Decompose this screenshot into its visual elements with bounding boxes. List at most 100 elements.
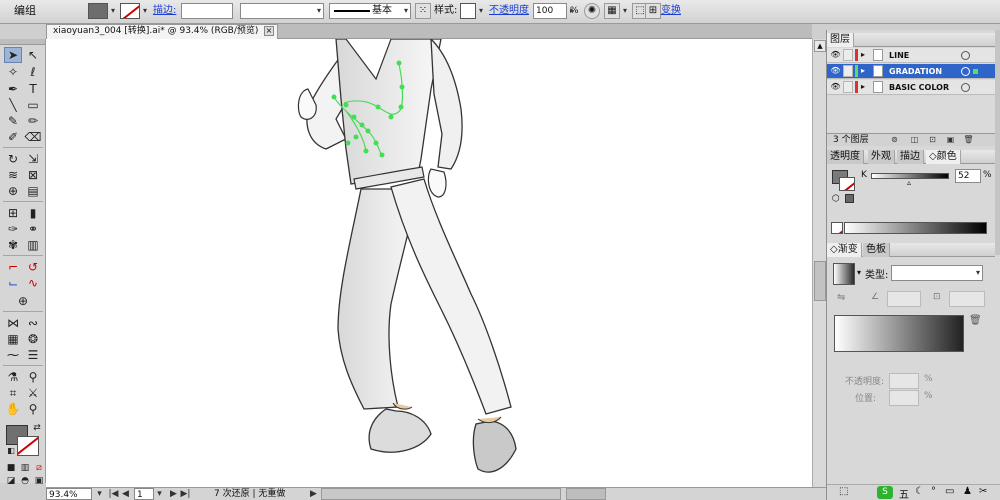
direct-selection-tool-icon[interactable]: ↖	[24, 47, 42, 63]
fill-dropdown-icon[interactable]: ▾	[108, 3, 118, 19]
angle-input[interactable]	[887, 291, 921, 307]
first-artboard-icon[interactable]	[96, 488, 107, 500]
graphic-style-swatch[interactable]	[460, 3, 476, 19]
scroll-up-icon[interactable]: ▲	[814, 40, 826, 52]
lasso-tool-icon[interactable]: ℓ	[24, 64, 42, 80]
tab-transparency[interactable]: 透明度	[827, 150, 864, 164]
eraser-tool-icon[interactable]: ⌫	[24, 129, 42, 145]
bounding-box-tool-icon[interactable]: ⋈	[4, 315, 22, 331]
new-layer-icon[interactable]: ▣	[945, 135, 956, 145]
paintbrush-tool-icon[interactable]: ✎	[4, 113, 22, 129]
horizontal-scrollbar[interactable]	[321, 488, 561, 500]
stroke-dropdown-icon[interactable]: ▾	[140, 3, 150, 19]
punctuation-icon[interactable]: °	[931, 486, 936, 497]
tab-layers[interactable]: 图层	[827, 33, 854, 47]
input-mode-icon[interactable]: 五	[899, 486, 909, 500]
transform-icon[interactable]: ⊞	[645, 3, 661, 19]
k-value-input[interactable]: 52	[955, 169, 981, 183]
target-circle-icon[interactable]	[961, 51, 970, 60]
tab-color[interactable]: ◇颜色	[926, 150, 961, 164]
mesh-grid-tool-icon[interactable]: ▦	[4, 331, 22, 347]
reshape-tool-icon[interactable]: ∿	[24, 275, 42, 291]
rectangle-tool-icon[interactable]: ▭	[24, 97, 42, 113]
delete-stop-icon[interactable]: 🗑	[969, 315, 982, 326]
variable-width-select[interactable]: ▾	[240, 3, 324, 19]
twirl-tool-icon[interactable]: ❂	[24, 331, 42, 347]
style-dropdown-icon[interactable]: ▾	[476, 3, 486, 19]
brush-select[interactable]: 基本 ▾	[329, 3, 411, 19]
layer-row-line[interactable]: 👁 ▸ LINE	[827, 48, 995, 63]
web-safe-swatch[interactable]	[845, 194, 854, 203]
artboard-tool-icon[interactable]: ⌐	[4, 259, 22, 275]
fill-swatch[interactable]	[88, 3, 108, 19]
scale-tool-icon[interactable]: ⇲	[24, 151, 42, 167]
color-stroke-box[interactable]	[839, 177, 855, 191]
stop-location-input[interactable]	[889, 390, 919, 406]
locate-object-icon[interactable]: ⊚	[889, 135, 900, 145]
selection-indicator[interactable]	[973, 69, 978, 74]
stroke-swatch[interactable]	[120, 3, 140, 19]
tab-stroke[interactable]: 描边	[897, 150, 924, 164]
skin-icon[interactable]: ♟	[963, 486, 972, 497]
new-sublayer-icon[interactable]: ⊡	[927, 135, 938, 145]
opacity-input[interactable]: 100	[533, 3, 567, 19]
live-paint-selection-tool-icon[interactable]: ⚲	[24, 369, 42, 385]
tab-appearance[interactable]: 外观	[868, 150, 895, 164]
last-artboard-icon[interactable]: ▶|	[180, 488, 191, 500]
pucker-tool-icon[interactable]: ⁓	[4, 347, 22, 363]
symbol-sprayer-tool-icon[interactable]: ✾	[4, 237, 22, 253]
horizontal-scroll-thumb[interactable]	[566, 488, 606, 500]
live-paint-tool-icon[interactable]: ⚗	[4, 369, 22, 385]
envelope-tool-icon[interactable]: ∾	[24, 315, 42, 331]
rotate-tool-icon[interactable]: ↻	[4, 151, 22, 167]
recolor-icon[interactable]: ✺	[584, 3, 600, 19]
pen-tool-icon[interactable]: ✒	[4, 81, 22, 97]
free-transform-tool-icon[interactable]: ⊠	[24, 167, 42, 183]
pencil-tool-icon[interactable]: ✏	[24, 113, 42, 129]
status-menu-icon[interactable]: ▶	[308, 488, 319, 500]
document-tab[interactable]: xiaoyuan3_004 [转换].ai* @ 93.4% (RGB/预览) …	[46, 24, 278, 39]
settings-icon[interactable]: ✂	[979, 486, 987, 497]
zoom-field[interactable]: 93.4%	[46, 488, 92, 500]
blob-brush-tool-icon[interactable]: ✐	[4, 129, 22, 145]
input-method-icon[interactable]: S	[877, 486, 893, 499]
moon-icon[interactable]: ☾	[915, 486, 924, 497]
perspective-grid-tool-icon[interactable]: ▤	[24, 183, 42, 199]
expand-triangle-icon[interactable]: ▸	[861, 65, 865, 77]
column-graph-tool-icon[interactable]: ▥	[24, 237, 42, 253]
clipping-mask-icon[interactable]: ◫	[909, 135, 920, 145]
gradient-slider-bar[interactable]	[834, 315, 964, 352]
stroke-width-input[interactable]	[181, 3, 233, 19]
swap-colors-icon[interactable]: ⇄	[28, 420, 46, 436]
knife-tool-icon[interactable]: ⚔	[24, 385, 42, 401]
hand-tool-icon[interactable]: ✋	[4, 401, 22, 417]
layer-row-basic-color[interactable]: 👁 ▸ BASIC COLOR	[827, 80, 995, 95]
color-spectrum-bar[interactable]	[844, 222, 987, 234]
stroke-color-box[interactable]	[17, 436, 39, 456]
eye-icon[interactable]: 👁	[830, 65, 841, 77]
gradient-tool-icon[interactable]: ▮	[24, 205, 42, 221]
target-circle-icon[interactable]	[961, 67, 970, 76]
default-colors-icon[interactable]: ◧	[2, 443, 20, 459]
opacity-link[interactable]: 不透明度	[489, 3, 529, 19]
align-dropdown-icon[interactable]: ▾	[620, 3, 630, 19]
gradient-thumbnail[interactable]	[833, 263, 855, 285]
crosshair-tool-icon[interactable]: ⊕	[14, 293, 32, 309]
reverse-gradient-icon[interactable]: ⇋	[837, 292, 845, 303]
width-tool-icon[interactable]: ⌙	[4, 275, 22, 291]
tab-swatches[interactable]: 色板	[863, 243, 890, 257]
scroll-thumb[interactable]	[814, 261, 826, 301]
previous-artboard-icon[interactable]: |◀	[108, 488, 119, 500]
line-tool-icon[interactable]: ╲	[4, 97, 22, 113]
artboard-canvas[interactable]	[46, 39, 812, 487]
slice-tool-icon[interactable]: ↺	[24, 259, 42, 275]
prev-artboard-icon[interactable]: ◀	[120, 488, 131, 500]
crop-tool-icon[interactable]: ⌗	[4, 385, 22, 401]
style-icon[interactable]: ⁙	[415, 3, 431, 19]
gradient-type-select[interactable]: ▾	[891, 265, 983, 281]
type-tool-icon[interactable]: T	[24, 81, 42, 97]
warp-tool-icon[interactable]: ≋	[4, 167, 22, 183]
expand-triangle-icon[interactable]: ▸	[861, 49, 865, 61]
eye-icon[interactable]: 👁	[830, 81, 841, 93]
vertical-scrollbar[interactable]: ▲	[812, 39, 826, 487]
